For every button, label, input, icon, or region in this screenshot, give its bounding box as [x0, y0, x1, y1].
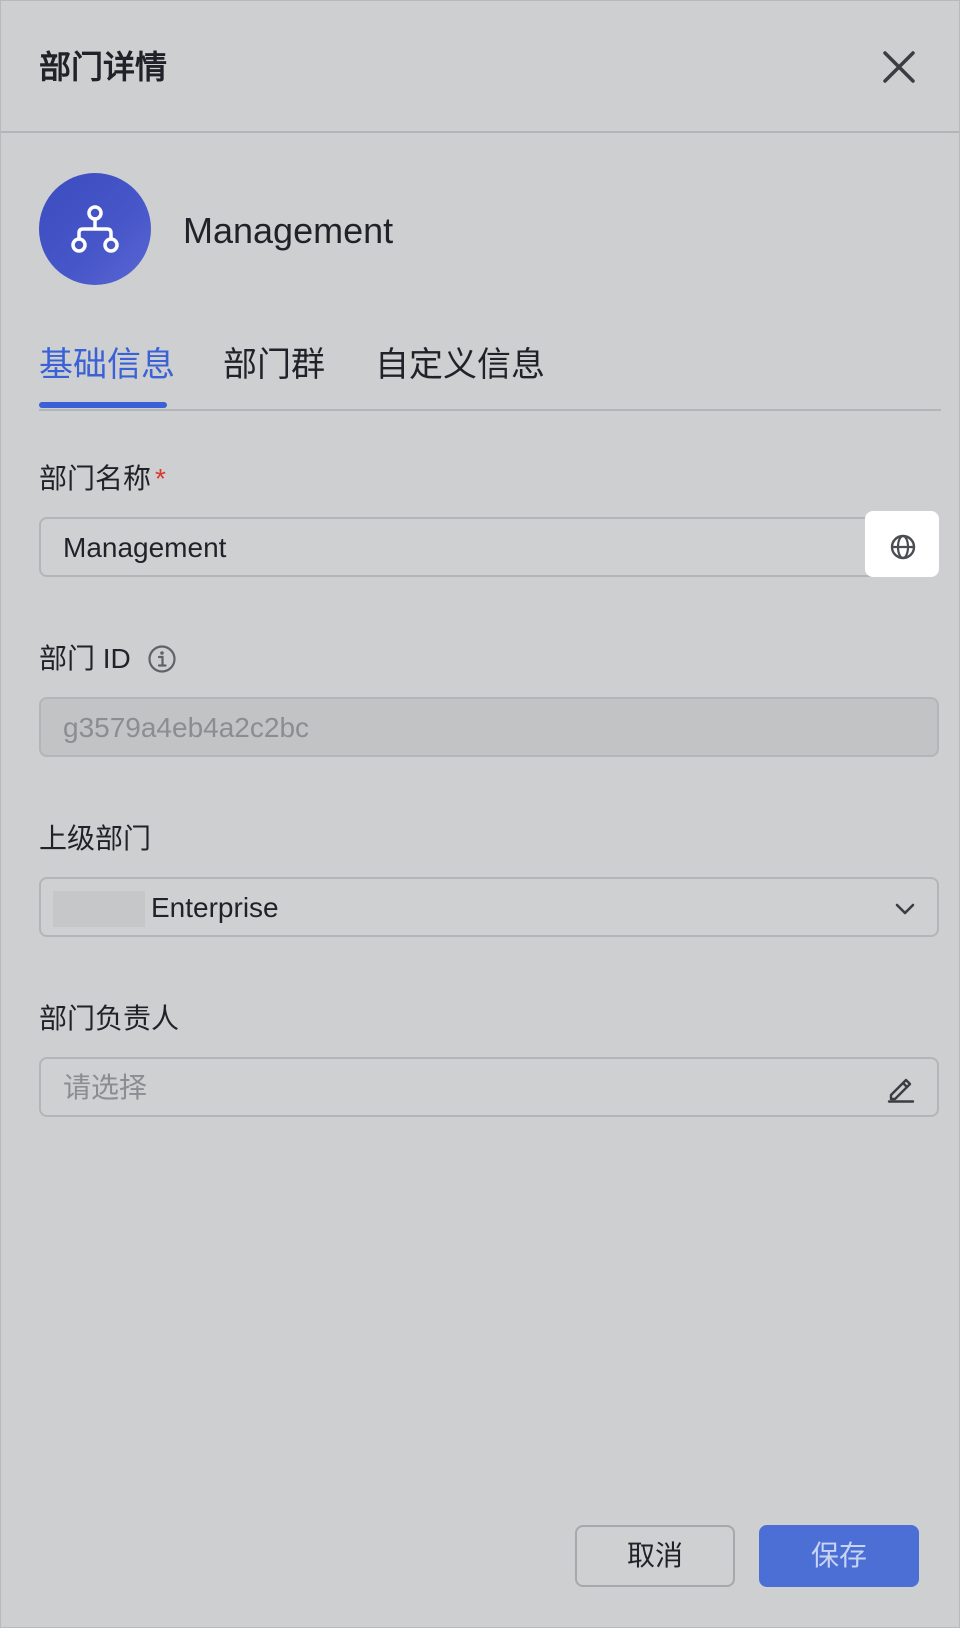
- page-title: 部门详情: [39, 49, 168, 85]
- dept-id-label: 部门 ID: [39, 643, 131, 674]
- dept-id-field: g3579a4eb4a2c2bc: [39, 697, 939, 757]
- tab-basic-info[interactable]: 基础信息: [39, 343, 175, 387]
- org-tree-icon: [71, 205, 119, 253]
- dept-leader-label: 部门负责人: [39, 1003, 180, 1034]
- department-name-heading: Management: [183, 210, 394, 251]
- dept-leader-placeholder: 请选择: [63, 1072, 148, 1103]
- parent-dept-avatar-placeholder: [53, 891, 145, 927]
- dept-name-label: 部门名称: [39, 463, 152, 494]
- save-button[interactable]: 保存: [759, 1525, 919, 1587]
- tab-custom-info[interactable]: 自定义信息: [375, 343, 545, 387]
- department-avatar: [39, 173, 151, 285]
- dept-name-input[interactable]: Management: [39, 511, 939, 577]
- dept-id-value: g3579a4eb4a2c2bc: [63, 712, 310, 743]
- active-tab-indicator: [39, 402, 167, 408]
- parent-dept-value: Enterprise: [151, 892, 279, 923]
- translate-button[interactable]: [865, 511, 939, 577]
- close-icon[interactable]: [877, 45, 921, 89]
- parent-dept-select[interactable]: Enterprise: [39, 877, 939, 937]
- tab-department-group[interactable]: 部门群: [223, 343, 325, 387]
- tab-bar: 基础信息 部门群 自定义信息: [39, 331, 941, 411]
- field-label-dept-id: 部门 ID: [39, 641, 177, 677]
- department-detail-panel: 部门详情 Management 基础信息 部门群 自定义信息 部门名称 * Man…: [0, 0, 960, 1628]
- parent-dept-label: 上级部门: [39, 823, 152, 854]
- required-mark: *: [155, 463, 166, 494]
- dept-name-value: Management: [63, 532, 227, 563]
- chevron-down-icon[interactable]: [893, 897, 917, 921]
- field-label-dept-name: 部门名称 *: [39, 461, 166, 497]
- cancel-button[interactable]: 取消: [575, 1525, 735, 1587]
- globe-icon: [890, 534, 916, 560]
- panel-header: 部门详情: [1, 1, 959, 133]
- dept-leader-input[interactable]: 请选择: [39, 1057, 939, 1117]
- info-icon[interactable]: [147, 644, 177, 674]
- pencil-icon[interactable]: [885, 1073, 915, 1103]
